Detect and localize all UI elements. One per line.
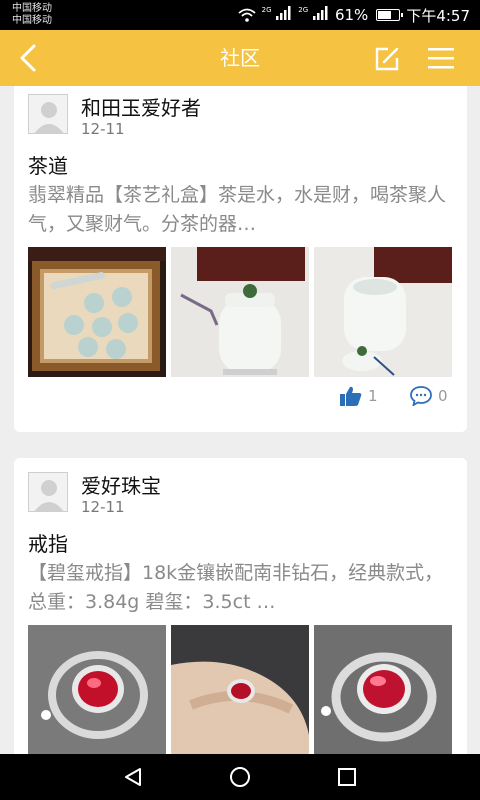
signal-group-2: 2G <box>298 6 329 24</box>
community-feed[interactable]: 和田玉爱好者 12-11 茶道 翡翠精品【茶艺礼盒】茶是水，水是财，喝茶聚人气，… <box>0 86 480 754</box>
status-indicators: 2G 2G 61% 下午4:57 <box>238 0 470 30</box>
post-card[interactable]: 和田玉爱好者 12-11 茶道 翡翠精品【茶艺礼盒】茶是水，水是财，喝茶聚人气，… <box>14 86 467 432</box>
system-back-button[interactable] <box>122 766 144 788</box>
page-title: 社区 <box>220 46 260 70</box>
battery-level <box>378 11 391 19</box>
avatar[interactable] <box>28 94 68 134</box>
post-actions: 1 0 <box>14 386 467 408</box>
circle-home-icon <box>230 767 250 787</box>
status-bar: 中国移动 中国移动 2G 2G 61% 下午4:57 <box>0 0 480 30</box>
ring-closeup-image[interactable] <box>314 625 452 754</box>
comment-button[interactable] <box>410 386 432 407</box>
jade-cup-image[interactable] <box>314 247 452 377</box>
system-recent-button[interactable] <box>336 766 358 788</box>
avatar[interactable] <box>28 472 68 512</box>
jade-tea-caddy-image[interactable] <box>171 247 309 377</box>
system-home-button[interactable] <box>229 766 251 788</box>
system-nav-bar <box>0 754 480 800</box>
network-type-1: 2G <box>261 6 272 14</box>
post-excerpt[interactable]: 翡翠精品【茶艺礼盒】茶是水，水是财，喝茶聚人气，又聚财气。分茶的器… <box>28 181 456 239</box>
clock: 下午4:57 <box>406 6 470 25</box>
post-excerpt[interactable]: 【碧玺戒指】18k金镶嵌配南非钻石，经典款式，总重：3.84g 碧玺：3.5ct… <box>28 559 456 617</box>
back-button[interactable] <box>14 42 46 74</box>
comment-count: 0 <box>438 387 448 405</box>
post-images <box>28 625 452 754</box>
chevron-left-icon <box>20 44 36 72</box>
battery-percent: 61% <box>334 6 369 24</box>
comment-icon <box>410 386 432 407</box>
post-images <box>28 247 452 377</box>
tourmaline-ring-image[interactable] <box>28 625 166 754</box>
edit-icon <box>375 47 399 71</box>
post-title[interactable]: 戒指 <box>28 528 68 557</box>
signal-icon <box>312 6 328 20</box>
ring-on-hand-image[interactable] <box>171 625 309 754</box>
default-avatar-icon <box>34 102 64 133</box>
post-title[interactable]: 茶道 <box>28 150 68 179</box>
compose-button[interactable] <box>374 46 400 72</box>
thumbs-up-icon <box>340 386 362 406</box>
post-author[interactable]: 爱好珠宝 <box>81 470 161 499</box>
menu-icon <box>428 48 454 69</box>
like-count: 1 <box>368 387 378 405</box>
menu-button[interactable] <box>428 47 454 69</box>
wifi-icon <box>238 8 256 22</box>
tea-set-box-image[interactable] <box>28 247 166 377</box>
network-type-2: 2G <box>298 6 309 14</box>
signal-group-1: 2G <box>262 6 293 24</box>
carrier-label-1: 中国移动 <box>12 3 52 14</box>
post-date: 12-11 <box>81 120 125 138</box>
battery-icon <box>376 9 404 21</box>
default-avatar-icon <box>34 480 64 511</box>
app-header: 社区 <box>0 30 480 86</box>
like-button[interactable] <box>340 386 362 406</box>
post-card[interactable]: 爱好珠宝 12-11 戒指 【碧玺戒指】18k金镶嵌配南非钻石，经典款式，总重：… <box>14 458 467 754</box>
carrier-label-2: 中国移动 <box>12 15 52 26</box>
post-author[interactable]: 和田玉爱好者 <box>81 92 201 121</box>
square-recent-icon <box>338 768 356 786</box>
triangle-back-icon <box>125 768 141 786</box>
post-date: 12-11 <box>81 498 125 516</box>
signal-icon <box>276 6 291 20</box>
